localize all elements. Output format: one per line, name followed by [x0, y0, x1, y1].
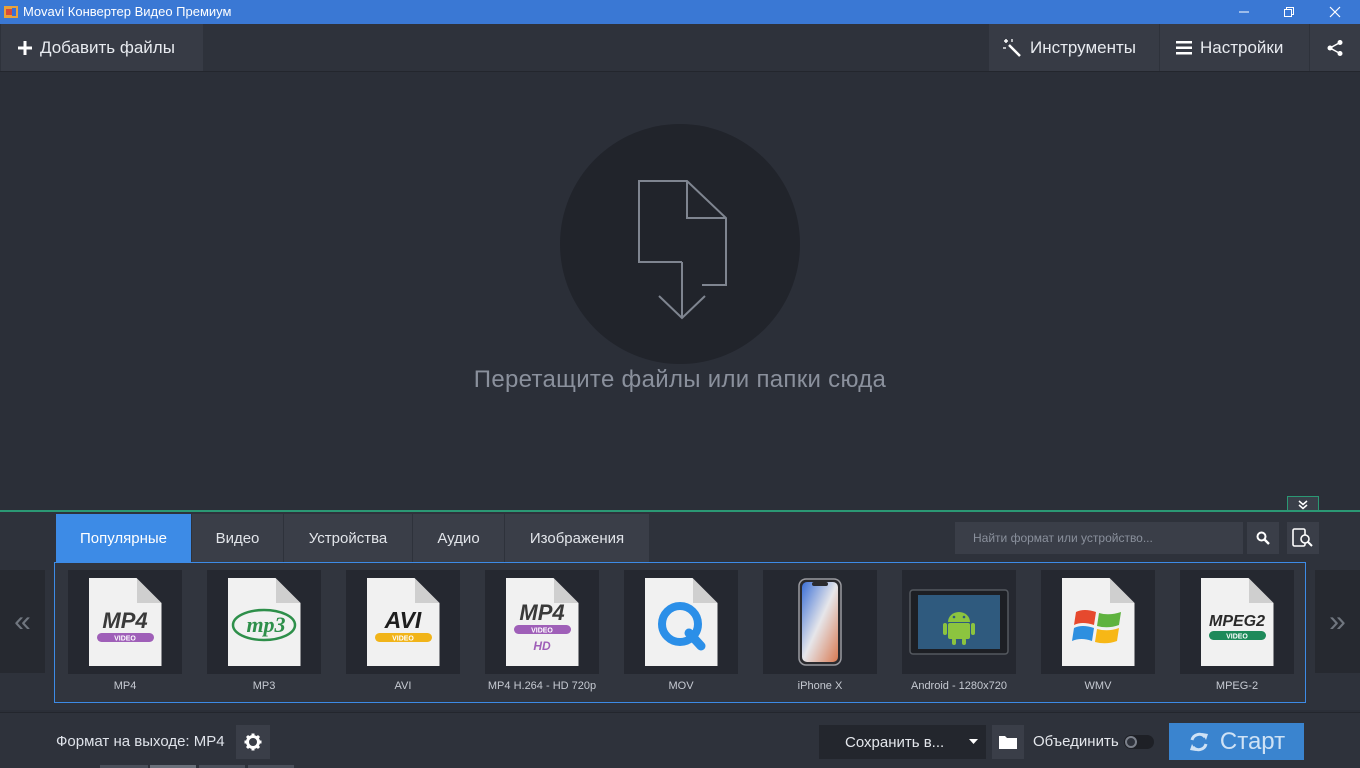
search-button[interactable]	[1247, 522, 1279, 554]
gear-icon	[244, 733, 262, 751]
format-tile-android[interactable]: Android - 1280x720	[902, 570, 1016, 698]
quicktime-icon	[644, 578, 718, 666]
save-to-dropdown[interactable]: Сохранить в...	[819, 725, 986, 759]
format-label: MP4	[113, 680, 137, 692]
plus-icon	[18, 40, 32, 55]
mp3-icon: mp3	[227, 578, 301, 666]
close-button[interactable]	[1312, 0, 1358, 24]
output-format-label: Формат на выходе: MP4	[56, 733, 225, 750]
format-tile-mov[interactable]: MOV	[624, 570, 738, 698]
merge-toggle[interactable]	[1124, 735, 1154, 749]
android-tablet-icon	[909, 589, 1009, 655]
hamburger-menu-icon	[1176, 40, 1192, 54]
save-to-label: Сохранить в...	[845, 733, 945, 751]
minimize-icon	[1239, 11, 1249, 13]
tab-images[interactable]: Изображения	[505, 514, 649, 562]
format-label: MPEG-2	[1215, 680, 1259, 692]
avi-video-text: VIDEO	[392, 636, 414, 643]
format-tile-iphone-x[interactable]: iPhone X	[763, 570, 877, 698]
format-label: Android - 1280x720	[910, 680, 1007, 692]
maximize-button[interactable]	[1266, 0, 1312, 24]
format-tile-mpeg2[interactable]: MPEG2 VIDEO MPEG-2	[1180, 570, 1294, 698]
format-tile-wmv[interactable]: WMV	[1041, 570, 1155, 698]
windows-logo-icon	[1061, 578, 1135, 666]
bottom-bar: Формат на выходе: MP4 Сохранить в... Объ…	[0, 712, 1360, 768]
next-formats-button[interactable]: »	[1315, 570, 1360, 673]
magic-wand-icon	[1003, 38, 1021, 57]
format-label: WMV	[1084, 680, 1112, 692]
mpeg2-icon: MPEG2 VIDEO	[1200, 578, 1274, 666]
prev-formats-button[interactable]: «	[0, 570, 45, 673]
share-button[interactable]	[1310, 24, 1360, 71]
share-icon	[1327, 39, 1343, 56]
format-search-input[interactable]: Найти формат или устройство...	[955, 522, 1243, 554]
drop-zone[interactable]	[560, 124, 800, 364]
close-icon	[1329, 6, 1341, 18]
format-tiles: MP4 VIDEO MP4 mp3 MP3 AVI VIDEO AVI MP4 …	[54, 562, 1306, 703]
tab-popular[interactable]: Популярные	[56, 514, 191, 562]
mp4hd-hd-text: HD	[533, 639, 551, 653]
format-label: MP4 H.264 - HD 720p	[487, 680, 597, 692]
double-chevron-down-icon	[1298, 499, 1308, 509]
minimize-button[interactable]	[1221, 0, 1267, 24]
format-tile-mp4-hd[interactable]: MP4 VIDEO HD MP4 H.264 - HD 720p	[485, 570, 599, 698]
avi-icon: AVI VIDEO	[366, 578, 440, 666]
title-bar: Movavi Конвертер Видео Премиум	[0, 0, 1360, 24]
settings-button[interactable]: Настройки	[1160, 24, 1309, 71]
format-label: iPhone X	[797, 680, 843, 692]
tab-video[interactable]: Видео	[192, 514, 283, 562]
caret-down-icon	[969, 739, 978, 744]
format-label: MOV	[668, 680, 694, 692]
add-files-button[interactable]: Добавить файлы	[1, 24, 203, 71]
folder-icon	[999, 736, 1017, 749]
iphone-icon	[798, 578, 842, 666]
format-tile-mp3[interactable]: mp3 MP3	[207, 570, 321, 698]
mp3-badge-text: mp3	[246, 612, 285, 637]
settings-label: Настройки	[1200, 37, 1284, 57]
avi-badge-text: AVI	[383, 607, 421, 633]
format-panel: Популярные Видео Устройства Аудио Изобра…	[0, 510, 1360, 710]
mp4-badge-text: MP4	[102, 608, 147, 633]
detect-device-button[interactable]	[1287, 522, 1319, 554]
merge-label: Объединить	[1033, 733, 1119, 750]
window-title: Movavi Конвертер Видео Премиум	[23, 4, 232, 19]
mp4-video-text: VIDEO	[114, 636, 136, 643]
mpeg2-badge-text: MPEG2	[1208, 613, 1264, 630]
mp4-icon: MP4 VIDEO	[88, 578, 162, 666]
movavi-app-icon	[4, 6, 18, 18]
drop-hint-text: Перетащите файлы или папки сюда	[473, 366, 887, 393]
restore-icon	[1284, 7, 1294, 17]
main-toolbar: Добавить файлы Инструменты Настройки	[0, 24, 1360, 72]
drop-file-icon	[638, 180, 727, 320]
search-icon	[1256, 531, 1270, 545]
start-button[interactable]: Старт	[1169, 723, 1304, 760]
mp4-hd-icon: MP4 VIDEO HD	[505, 578, 579, 666]
add-files-label: Добавить файлы	[40, 37, 175, 57]
tools-label: Инструменты	[1030, 37, 1137, 57]
convert-refresh-icon	[1189, 732, 1208, 751]
mp4hd-badge-text: MP4	[519, 600, 564, 625]
tab-audio[interactable]: Аудио	[413, 514, 504, 562]
output-settings-button[interactable]	[236, 725, 270, 759]
device-search-icon	[1292, 528, 1313, 547]
mpeg2-video-text: VIDEO	[1226, 634, 1248, 641]
mp4hd-video-text: VIDEO	[531, 628, 553, 635]
open-folder-button[interactable]	[992, 725, 1024, 759]
format-tile-avi[interactable]: AVI VIDEO AVI	[346, 570, 460, 698]
format-label: MP3	[252, 680, 276, 692]
start-label: Старт	[1219, 727, 1286, 755]
format-label: AVI	[394, 680, 412, 692]
tab-devices[interactable]: Устройства	[284, 514, 412, 562]
format-tile-mp4[interactable]: MP4 VIDEO MP4	[68, 570, 182, 698]
tools-button[interactable]: Инструменты	[989, 24, 1159, 71]
